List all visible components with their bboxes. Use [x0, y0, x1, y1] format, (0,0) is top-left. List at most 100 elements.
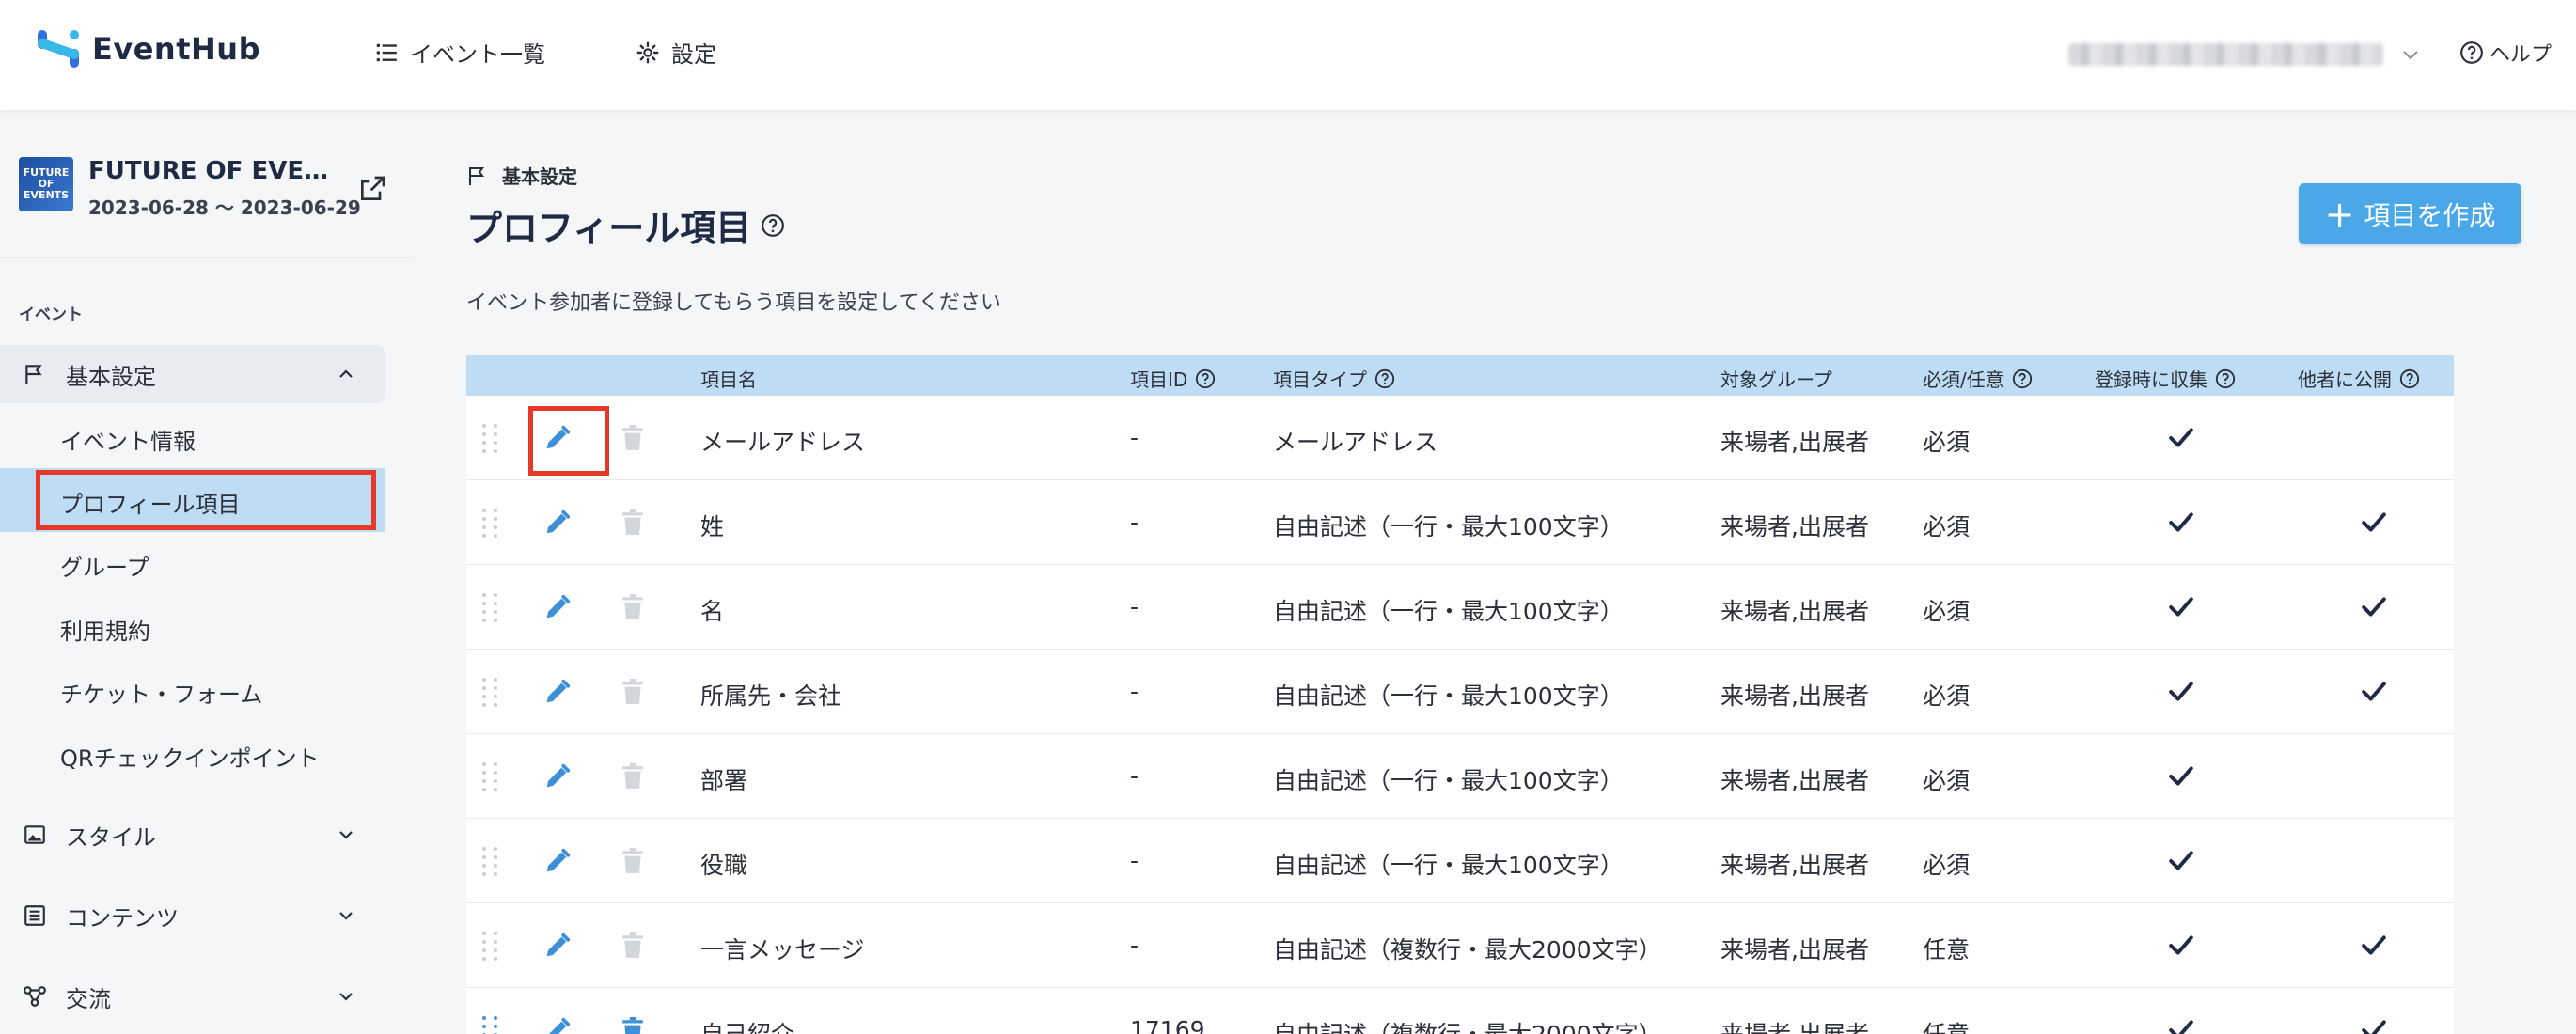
drag-handle-icon[interactable] [479, 928, 500, 964]
cell-target-group: 来場者,出展者 [1720, 598, 1869, 625]
cell-field-name: 自己紹介 [700, 1016, 794, 1034]
eventhub-logo-icon [38, 30, 79, 68]
drag-handle-icon[interactable] [479, 843, 500, 879]
table-row: 姓 - 自由記述（一行・最大100文字） 来場者,出展者 必須 [466, 480, 2454, 565]
sidebar-item-terms[interactable]: 利用規約 [60, 613, 150, 646]
sidebar-item-groups[interactable]: グループ [60, 549, 149, 582]
cell-target-group: 来場者,出展者 [1720, 767, 1869, 794]
event-dates: 2023-06-28 〜 2023-06-29 [88, 196, 361, 219]
help-link[interactable]: ヘルプ [2459, 38, 2552, 68]
cell-field-type: 自由記述（一行・最大100文字） [1273, 767, 1624, 794]
event-card: FUTURE OF EVENTS FUTURE OF EVENTS 2023-0… [19, 157, 361, 220]
help-circle-icon[interactable] [761, 213, 785, 238]
cell-field-type: 自由記述（一行・最大100文字） [1273, 513, 1624, 540]
trash-icon[interactable] [620, 594, 645, 620]
chevron-down-icon[interactable] [335, 904, 357, 927]
table-row: 名 - 自由記述（一行・最大100文字） 来場者,出展者 必須 [466, 565, 2454, 650]
breadcrumb-label: 基本設定 [502, 165, 577, 188]
cell-field-type: 自由記述（複数行・最大2000文字） [1273, 936, 1662, 964]
sidebar-item-event-info[interactable]: イベント情報 [60, 423, 196, 456]
table-row: 一言メッセージ - 自由記述（複数行・最大2000文字） 来場者,出展者 任意 [466, 903, 2454, 988]
check-icon [2362, 682, 2386, 701]
column-header-type: 項目タイプ [1273, 365, 1395, 392]
sidebar-section-label: イベント [19, 306, 83, 324]
chevron-down-icon[interactable] [335, 985, 357, 1008]
column-header-collect: 登録時に収集 [2095, 365, 2236, 392]
trash-icon[interactable] [620, 425, 645, 451]
sidebar: FUTURE OF EVENTS FUTURE OF EVENTS 2023-0… [0, 110, 414, 1034]
cell-field-name: 役職 [700, 852, 748, 879]
chevron-down-icon[interactable] [2399, 43, 2422, 66]
cell-target-group: 来場者,出展者 [1720, 936, 1869, 964]
drag-handle-icon[interactable] [479, 589, 500, 625]
column-header-name: 項目名 [700, 368, 757, 391]
sidebar-group-label: コンテンツ [66, 904, 179, 932]
edit-pencil-icon[interactable] [543, 678, 572, 706]
trash-icon[interactable] [620, 509, 645, 536]
help-circle-icon[interactable] [2399, 368, 2420, 389]
drag-handle-icon[interactable] [479, 505, 500, 540]
drag-handle-icon[interactable] [479, 1012, 500, 1034]
check-icon [2362, 597, 2386, 617]
check-icon [2362, 512, 2386, 532]
cell-field-id: 17169 [1130, 1016, 1205, 1034]
drag-handle-icon[interactable] [479, 420, 500, 456]
trash-icon[interactable] [620, 763, 645, 790]
trash-icon[interactable] [620, 932, 645, 959]
cell-field-id: - [1130, 847, 1139, 874]
help-circle-icon[interactable] [2215, 368, 2236, 389]
trash-icon[interactable] [620, 848, 645, 874]
edit-pencil-icon[interactable] [543, 932, 572, 960]
help-circle-icon [2460, 41, 2483, 64]
sidebar-group-networking[interactable]: 交流 [0, 967, 385, 1026]
help-circle-icon[interactable] [1374, 368, 1395, 389]
edit-pencil-icon[interactable] [543, 762, 572, 791]
drag-handle-icon[interactable] [479, 759, 500, 794]
cell-field-type: 自由記述（複数行・最大2000文字） [1273, 1016, 1662, 1034]
edit-pencil-icon[interactable] [543, 1016, 572, 1034]
profile-fields-table: 項目名 項目ID 項目タイプ 対象グループ 必須/任意 登録時に収集 他者に公開… [466, 355, 2454, 1034]
sidebar-group-basic-settings[interactable]: 基本設定 [0, 345, 385, 403]
help-label: ヘルプ [2490, 43, 2552, 67]
cell-field-id: - [1130, 424, 1139, 451]
cell-field-name: 一言メッセージ [700, 936, 865, 964]
nav-event-list[interactable]: イベント一覧 [374, 36, 545, 69]
chevron-down-icon[interactable] [335, 823, 357, 846]
check-icon [2362, 1020, 2386, 1034]
create-field-button-label: 項目を作成 [2364, 199, 2496, 231]
highlight-outline-edit-button [528, 406, 609, 476]
sidebar-group-label: スタイル [66, 823, 156, 851]
gear-icon [636, 41, 659, 63]
sidebar-item-tickets-forms[interactable]: チケット・フォーム [60, 676, 262, 709]
cell-required: 必須 [1923, 852, 1971, 879]
drag-handle-icon[interactable] [479, 674, 500, 710]
trash-icon[interactable] [620, 679, 645, 705]
page-title-text: プロフィール項目 [466, 208, 752, 249]
logo-text: EventHub [92, 31, 260, 67]
table-row: 役職 - 自由記述（一行・最大100文字） 来場者,出展者 必須 [466, 819, 2454, 903]
create-field-button[interactable]: + 項目を作成 [2299, 183, 2521, 244]
check-icon [2169, 512, 2193, 532]
top-header: EventHub イベント一覧 設定 ヘルプ [0, 0, 2576, 110]
cell-target-group: 来場者,出展者 [1720, 429, 1869, 456]
edit-pencil-icon[interactable] [543, 847, 572, 875]
event-thumbnail: FUTURE OF EVENTS [19, 157, 73, 212]
cell-field-type: メールアドレス [1273, 429, 1438, 456]
edit-pencil-icon[interactable] [543, 593, 572, 621]
chevron-up-icon[interactable] [335, 363, 357, 385]
user-account-menu[interactable] [2068, 43, 2383, 66]
cell-field-name: 部署 [700, 767, 748, 794]
nav-settings[interactable]: 設定 [636, 36, 716, 69]
help-circle-icon[interactable] [1195, 368, 1216, 389]
table-row: 所属先・会社 - 自由記述（一行・最大100文字） 来場者,出展者 必須 [466, 650, 2454, 734]
sidebar-group-style[interactable]: スタイル [0, 806, 385, 864]
edit-pencil-icon[interactable] [543, 509, 572, 537]
external-link-icon[interactable] [357, 174, 387, 204]
sidebar-item-qr-checkin[interactable]: QRチェックインポイント [60, 740, 320, 773]
cell-field-type: 自由記述（一行・最大100文字） [1273, 598, 1624, 625]
sidebar-group-contents[interactable]: コンテンツ [0, 886, 385, 945]
column-header-required: 必須/任意 [1923, 365, 2033, 392]
trash-icon[interactable] [620, 1017, 645, 1034]
app-logo[interactable]: EventHub [36, 26, 260, 71]
help-circle-icon[interactable] [2012, 368, 2033, 389]
